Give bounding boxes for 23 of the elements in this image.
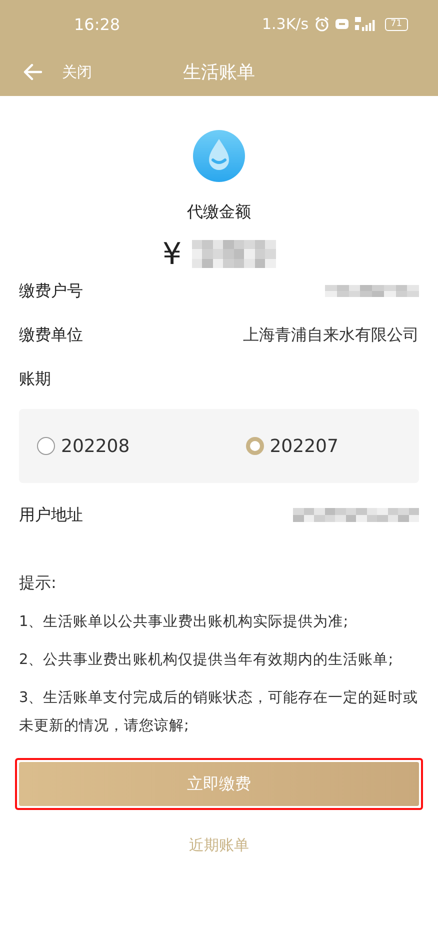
period-radio[interactable]: 202208 xyxy=(37,436,130,456)
field-label: 用户地址 xyxy=(19,504,83,526)
field-label: 缴费单位 xyxy=(19,324,83,346)
field-label: 账期 xyxy=(19,368,51,390)
tip-text: 2、公共事业费出账机构仅提供当年有效期内的生活账单; xyxy=(19,651,394,670)
field-label: 缴费户号 xyxy=(19,280,83,302)
field-value: 上海青浦自来水有限公司 xyxy=(243,324,419,346)
back-arrow-icon xyxy=(22,63,42,81)
close-button[interactable]: 关闭 xyxy=(0,62,92,82)
tips-title: 提示: xyxy=(19,573,58,594)
recent-bills-link[interactable]: 近期账单 xyxy=(189,836,249,855)
pay-button[interactable]: 立即缴费 xyxy=(19,762,419,806)
tip-text: 1、生活账单以公共事业费出账机构实际提供为准; xyxy=(19,612,350,632)
currency-symbol: ¥ xyxy=(162,236,182,272)
alarm-icon xyxy=(314,16,330,32)
battery-indicator: 71 xyxy=(384,18,408,30)
period-radio[interactable]: 202207 xyxy=(246,436,338,456)
network-speed: 1.3K/s xyxy=(262,15,309,33)
page-title: 生活账单 xyxy=(183,61,255,84)
water-drop-icon xyxy=(193,130,245,182)
amount-label: 代缴金额 xyxy=(187,202,251,223)
clock-time: 16:28 xyxy=(74,14,120,34)
tip-text: 3、生活账单支付完成后的销账状态，可能存在一定的延时或未更新的情况，请您谅解; xyxy=(19,688,419,736)
